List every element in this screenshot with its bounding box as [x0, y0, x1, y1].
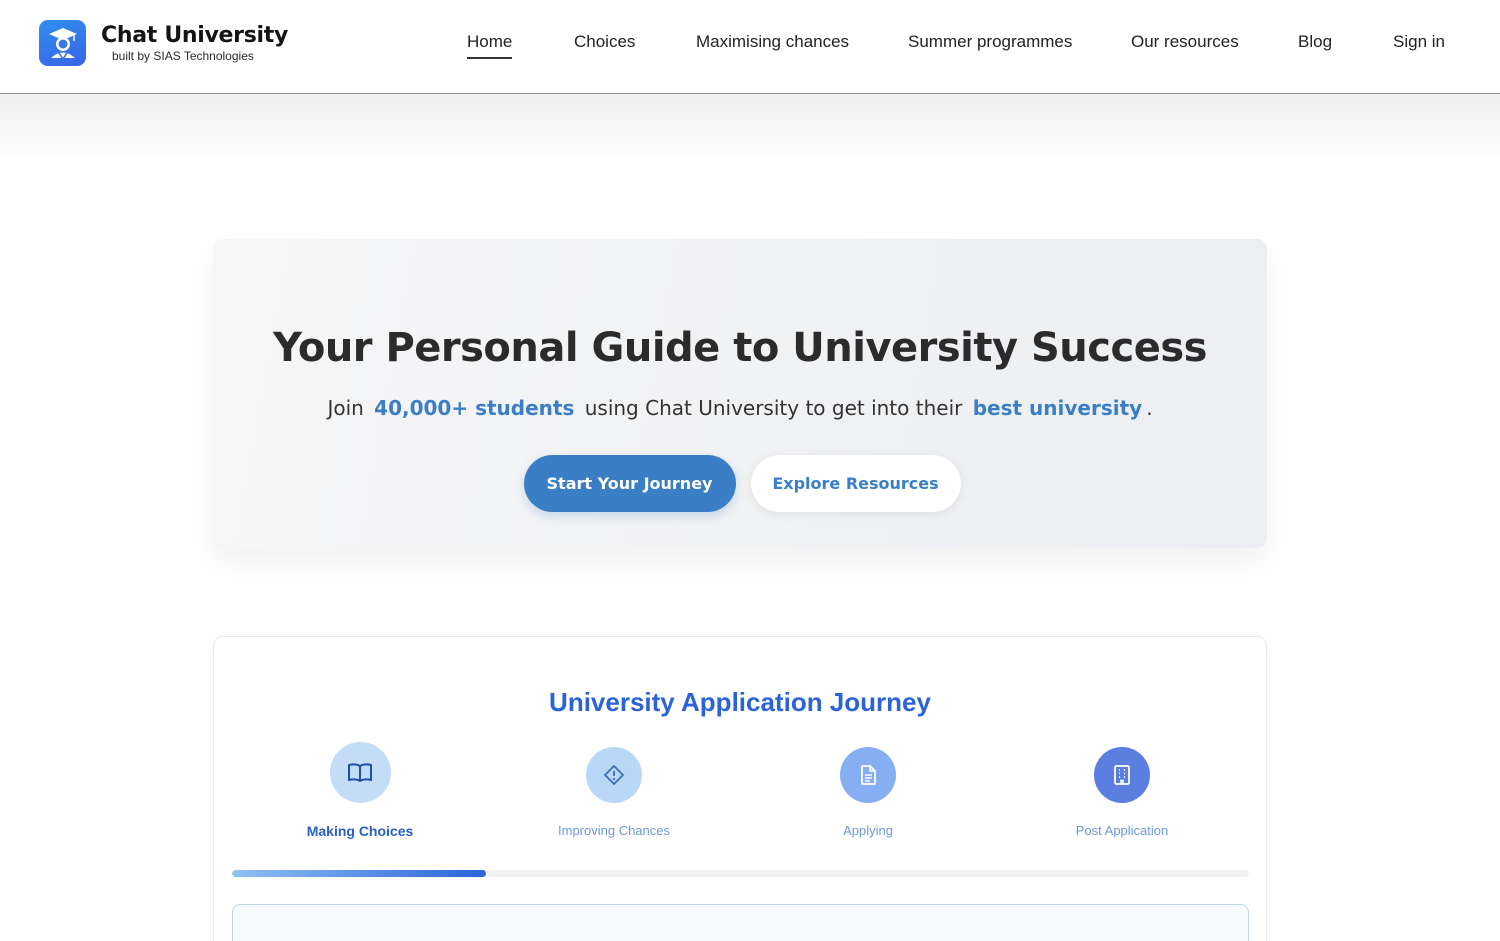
hero-section: Your Personal Guide to University Succes… [213, 239, 1267, 548]
main-nav: Home Choices Maximising chances Summer p… [0, 32, 1500, 62]
explore-resources-button[interactable]: Explore Resources [750, 455, 961, 512]
hero-highlight-university: best university [972, 396, 1143, 420]
nav-summer-programmes[interactable]: Summer programmes [908, 32, 1072, 57]
hero-sub-suffix: . [1146, 396, 1153, 420]
nav-home[interactable]: Home [467, 32, 513, 59]
step-improving-chances[interactable]: Improving Chances [514, 747, 714, 838]
journey-title: University Application Journey [549, 687, 931, 717]
hero-buttons: Start Your Journey Explore Resources [213, 455, 1267, 512]
journey-progress-bar [232, 870, 1249, 877]
hero-sub-middle: using Chat University to get into their [584, 396, 963, 420]
nav-sign-in[interactable]: Sign in [1393, 32, 1445, 57]
step-applying[interactable]: Applying [768, 747, 968, 838]
diamond-alert-icon [586, 747, 642, 803]
journey-progress-fill [232, 870, 487, 877]
start-journey-button[interactable]: Start Your Journey [523, 455, 736, 512]
step-content-panel [232, 904, 1249, 941]
step-label: Improving Chances [558, 823, 670, 838]
nav-blog[interactable]: Blog [1298, 32, 1332, 57]
step-post-application[interactable]: Post Application [1022, 747, 1222, 838]
header-shadow [0, 94, 1500, 164]
nav-choices[interactable]: Choices [574, 32, 635, 57]
hero-highlight-students: 40,000+ students [374, 396, 575, 420]
hero-sub-prefix: Join [327, 396, 364, 420]
step-making-choices[interactable]: Making Choices [260, 742, 460, 839]
step-label: Making Choices [306, 823, 414, 839]
step-label: Post Application [1075, 823, 1169, 838]
book-icon [329, 742, 391, 803]
site-header: Chat University built by SIAS Technologi… [0, 0, 1500, 94]
building-icon [1094, 747, 1150, 803]
hero-subtitle: Join 40,000+ students using Chat Univers… [213, 396, 1267, 420]
step-label: Applying [843, 823, 893, 838]
journey-card: University Application Journey Making Ch… [213, 636, 1267, 941]
nav-maximising-chances[interactable]: Maximising chances [696, 32, 849, 57]
nav-our-resources[interactable]: Our resources [1131, 32, 1239, 57]
document-icon [840, 747, 896, 803]
hero-title: Your Personal Guide to University Succes… [273, 325, 1207, 371]
